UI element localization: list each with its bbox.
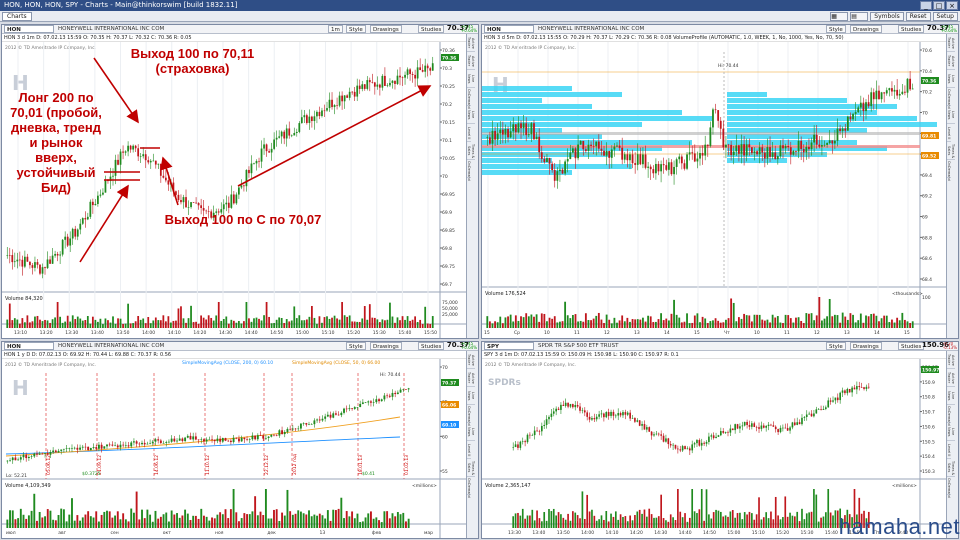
annotation-arrows <box>79 57 432 263</box>
arrow-exit1 <box>93 57 139 124</box>
trading-app: HON, HON, HON, SPY - Charts - Main@think… <box>0 0 960 540</box>
site-watermark: hamaha.net <box>838 514 960 539</box>
arrow-trend <box>237 85 432 187</box>
arrow-exit2 <box>160 156 179 206</box>
arrow-entry <box>79 184 129 263</box>
